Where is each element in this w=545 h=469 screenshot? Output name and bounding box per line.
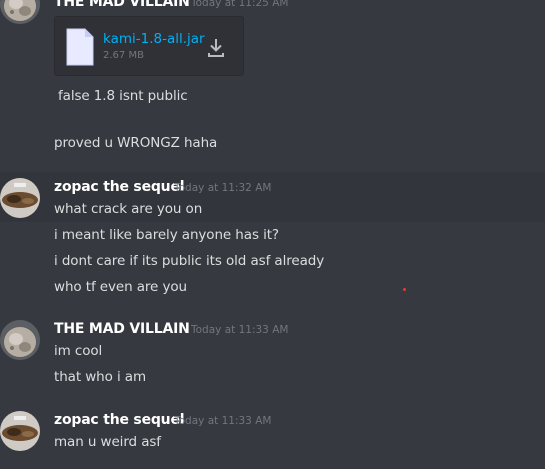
avatar-mad-villain[interactable] xyxy=(0,320,40,360)
message-author[interactable]: THE MAD VILLAIN xyxy=(54,0,190,10)
message-author[interactable]: zopac the sequel xyxy=(54,412,185,428)
avatar-mad-villain[interactable] xyxy=(0,0,40,24)
message-author[interactable]: THE MAD VILLAIN xyxy=(54,321,190,337)
message-text: man u weird asf xyxy=(54,434,161,450)
red-dot xyxy=(403,288,406,291)
avatar-zopac[interactable] xyxy=(0,178,40,218)
download-icon[interactable] xyxy=(206,37,226,63)
message-text: that who i am xyxy=(54,369,147,385)
message-timestamp: Today at 11:25 AM xyxy=(191,0,289,9)
message-timestamp: Today at 11:32 AM xyxy=(174,182,272,194)
file-attachment: kami-1.8-all.jar 2.67 MB xyxy=(54,16,244,76)
message-timestamp: Today at 11:33 AM xyxy=(191,324,289,336)
message-text: i meant like barely anyone has it? xyxy=(54,227,279,243)
message-author[interactable]: zopac the sequel xyxy=(54,179,185,195)
message-text: who tf even are you xyxy=(54,279,187,295)
message-text: im cool xyxy=(54,343,103,359)
file-name-link[interactable]: kami-1.8-all.jar xyxy=(103,31,205,47)
message-text: false 1.8 isnt public xyxy=(58,88,188,104)
file-size: 2.67 MB xyxy=(103,50,144,61)
message-text: i dont care if its public its old asf al… xyxy=(54,253,325,269)
message-text: proved u WRONGZ haha xyxy=(54,135,218,151)
avatar-zopac[interactable] xyxy=(0,411,40,451)
message-text: what crack are you on xyxy=(54,201,203,217)
message-timestamp: Today at 11:33 AM xyxy=(174,415,272,427)
file-icon xyxy=(65,27,95,71)
